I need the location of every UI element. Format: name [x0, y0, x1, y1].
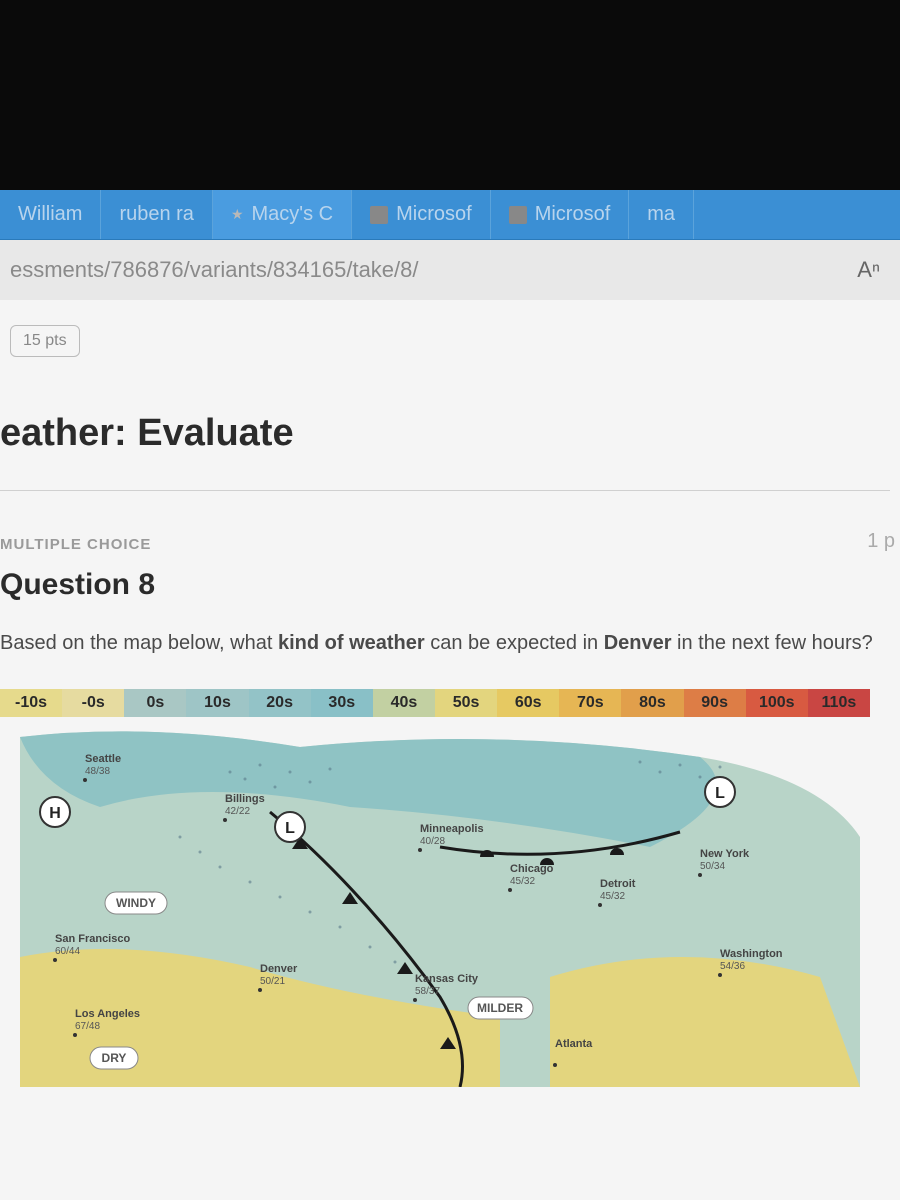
browser-tab-bar: William ruben ra ★ Macy's C Microsof Mic…	[0, 190, 900, 240]
page-title: eather: Evaluate	[0, 412, 890, 455]
city-name: Atlanta	[555, 1038, 593, 1050]
favicon-icon	[509, 206, 527, 224]
reader-mode-icon[interactable]: Aⁿ	[857, 257, 890, 283]
city-temp: 45/32	[510, 876, 535, 887]
region-windy: WINDY	[116, 896, 156, 910]
legend-cell: 70s	[559, 689, 621, 717]
city-temp: 48/38	[85, 766, 110, 777]
low-pressure-icon: L	[715, 785, 725, 802]
city-name: Los Angeles	[75, 1008, 140, 1020]
city-name: Billings	[225, 793, 265, 805]
star-icon: ★	[231, 206, 244, 223]
legend-cell: 50s	[435, 689, 497, 717]
legend-cell: 10s	[186, 689, 248, 717]
city-name: Seattle	[85, 753, 121, 765]
legend-cell: 90s	[684, 689, 746, 717]
city-temp: 60/44	[55, 946, 80, 957]
legend-cell: -0s	[62, 689, 124, 717]
legend-cell: 0s	[124, 689, 186, 717]
city-name: Washington	[720, 948, 783, 960]
high-pressure-icon: H	[49, 805, 61, 822]
us-map-svg: H L L WINDY MILDER DRY Seattle48/38 Billi…	[0, 717, 870, 1087]
legend-cell: -10s	[0, 689, 62, 717]
legend-cell: 20s	[249, 689, 311, 717]
region-dry: DRY	[102, 1051, 127, 1065]
city-name: San Francisco	[55, 933, 130, 945]
city-temp: 40/28	[420, 836, 445, 847]
region-milder: MILDER	[477, 1001, 523, 1015]
weather-map: -10s-0s0s10s20s30s40s50s60s70s80s90s100s…	[0, 689, 870, 1089]
city-name: Denver	[260, 963, 298, 975]
url-text: essments/786876/variants/834165/take/8/	[10, 257, 857, 283]
question-type: MULTIPLE CHOICE	[0, 536, 890, 553]
legend-cell: 80s	[621, 689, 683, 717]
city-temp: 42/22	[225, 806, 250, 817]
temperature-legend: -10s-0s0s10s20s30s40s50s60s70s80s90s100s…	[0, 689, 870, 717]
city-temp: 50/34	[700, 861, 725, 872]
city-name: Minneapolis	[420, 823, 484, 835]
city-name: Chicago	[510, 863, 554, 875]
top-right-points: 1 p	[867, 530, 895, 553]
question-number: Question 8	[0, 568, 890, 602]
city-name: Detroit	[600, 878, 636, 890]
url-bar[interactable]: essments/786876/variants/834165/take/8/ …	[0, 240, 900, 300]
tab-macys[interactable]: ★ Macy's C	[213, 190, 352, 239]
city-temp: 58/37	[415, 986, 440, 997]
points-badge: 15 pts	[10, 325, 80, 357]
low-pressure-icon: L	[285, 820, 295, 837]
question-text: Based on the map below, what kind of wea…	[0, 627, 890, 659]
tab-ma[interactable]: ma	[629, 190, 694, 239]
legend-cell: 30s	[311, 689, 373, 717]
legend-cell: 40s	[373, 689, 435, 717]
legend-cell: 110s	[808, 689, 870, 717]
favicon-icon	[370, 206, 388, 224]
tab-ruben[interactable]: ruben ra	[101, 190, 213, 239]
window-dark-area	[0, 0, 900, 190]
city-temp: 50/21	[260, 976, 285, 987]
city-name: Kansas City	[415, 973, 479, 985]
city-temp: 67/48	[75, 1021, 100, 1032]
city-name: New York	[700, 848, 750, 860]
tab-microsoft-2[interactable]: Microsof	[491, 190, 630, 239]
divider	[0, 490, 890, 491]
tab-william[interactable]: William	[0, 190, 101, 239]
legend-cell: 100s	[746, 689, 808, 717]
content-area: 15 pts eather: Evaluate 1 p MULTIPLE CHO…	[0, 300, 900, 1200]
city-temp: 45/32	[600, 891, 625, 902]
legend-cell: 60s	[497, 689, 559, 717]
city-temp: 54/36	[720, 961, 745, 972]
tab-microsoft-1[interactable]: Microsof	[352, 190, 491, 239]
